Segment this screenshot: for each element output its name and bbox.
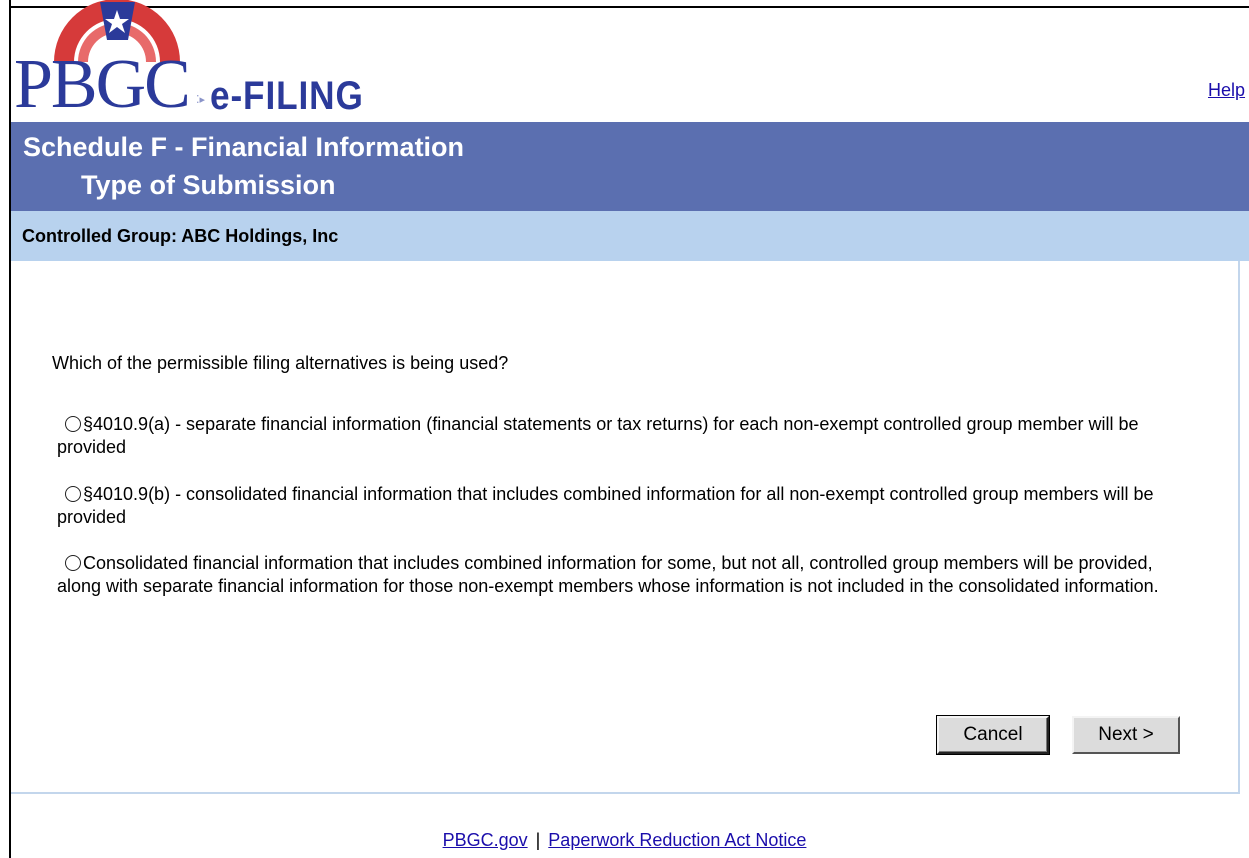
- radio-4010-9a[interactable]: [65, 416, 81, 432]
- option-4010-9a-label: §4010.9(a) - separate financial informat…: [57, 414, 1139, 457]
- pbgc-gov-link[interactable]: PBGC.gov: [443, 830, 528, 850]
- logo-dots-icon: ⁚▸: [196, 94, 206, 106]
- cancel-button[interactable]: Cancel: [937, 716, 1049, 754]
- controlled-group-label: Controlled Group: ABC Holdings, Inc: [22, 226, 339, 246]
- filing-question: Which of the permissible filing alternat…: [52, 353, 509, 373]
- radio-4010-9b[interactable]: [65, 486, 81, 502]
- option-4010-9b-label: §4010.9(b) - consolidated financial info…: [57, 484, 1154, 527]
- option-consolidated-partial[interactable]: Consolidated financial information that …: [57, 552, 1177, 598]
- help-link[interactable]: Help: [1208, 80, 1245, 101]
- logo-pbgc-text: PBGC: [14, 46, 191, 123]
- option-4010-9a[interactable]: §4010.9(a) - separate financial informat…: [57, 413, 1177, 459]
- page-title-band: Schedule F - Financial Information Type …: [11, 122, 1249, 211]
- radio-consolidated-partial[interactable]: [65, 555, 81, 571]
- option-consolidated-partial-label: Consolidated financial information that …: [57, 553, 1159, 596]
- next-button[interactable]: Next >: [1072, 716, 1180, 754]
- footer-separator: |: [535, 830, 541, 850]
- pbgc-logo: PBGC ⁚▸ e-FILING PORTAL: [14, 0, 534, 162]
- page-title: Schedule F - Financial Information: [23, 132, 465, 162]
- page-subtitle: Type of Submission: [81, 170, 336, 200]
- form-panel: Which of the permissible filing alternat…: [11, 261, 1240, 794]
- paperwork-notice-link[interactable]: Paperwork Reduction Act Notice: [548, 830, 806, 850]
- controlled-group-band: Controlled Group: ABC Holdings, Inc: [11, 211, 1249, 261]
- option-4010-9b[interactable]: §4010.9(b) - consolidated financial info…: [57, 483, 1177, 529]
- footer: PBGC.gov | Paperwork Reduction Act Notice: [0, 830, 1249, 851]
